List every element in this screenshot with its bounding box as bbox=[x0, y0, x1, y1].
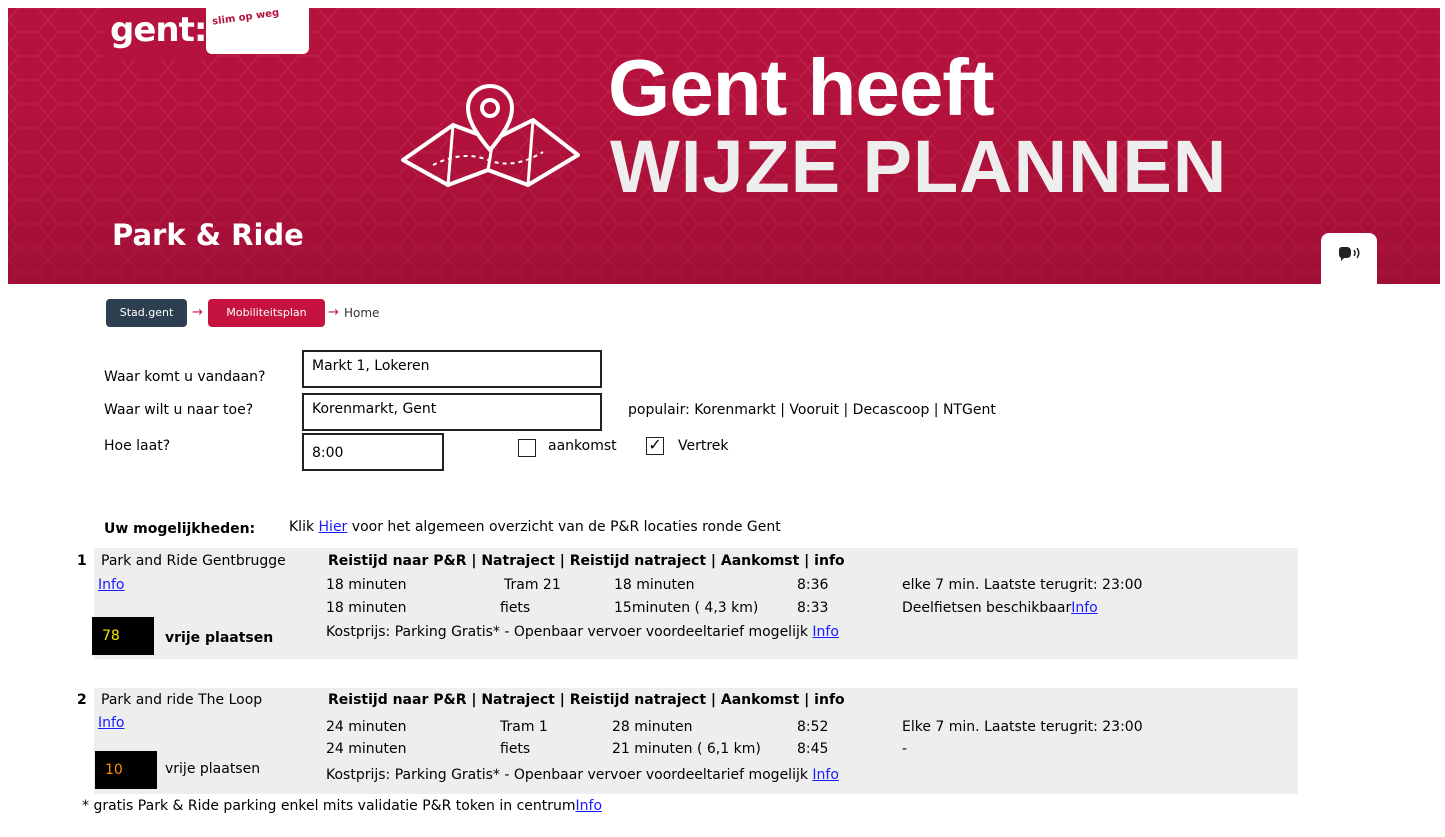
bike-share-text: Deelfietsen beschikbaar bbox=[902, 600, 1072, 616]
columns-header: Reistijd naar P&R | Natraject | Reistijd… bbox=[328, 692, 845, 708]
departure-label: Vertrek bbox=[678, 438, 729, 454]
free-spaces-label: vrije plaatsen bbox=[165, 761, 261, 777]
cost-text: Kostprijs: Parking Gratis* - Openbaar ve… bbox=[326, 767, 808, 783]
option-number: 1 bbox=[77, 553, 87, 569]
cell-info: Deelfietsen beschikbaarInfo bbox=[902, 600, 1098, 616]
free-spaces-counter: 78 bbox=[92, 617, 154, 655]
breadcrumb-separator: → bbox=[192, 305, 203, 320]
from-label: Waar komt u vandaan? bbox=[104, 369, 266, 385]
footnote: * gratis Park & Ride parking enkel mits … bbox=[82, 798, 602, 814]
banner-title-line1: Gent heeft bbox=[608, 43, 995, 132]
departure-checkbox[interactable]: ✓ bbox=[646, 437, 664, 455]
cost-info-link[interactable]: Info bbox=[812, 767, 839, 783]
cost-text: Kostprijs: Parking Gratis* - Openbaar ve… bbox=[326, 624, 808, 640]
page-subtitle: Park & Ride bbox=[112, 218, 304, 252]
cost-line: Kostprijs: Parking Gratis* - Openbaar ve… bbox=[326, 624, 839, 640]
arrival-checkbox[interactable] bbox=[518, 439, 536, 457]
map-pin-icon bbox=[401, 84, 580, 187]
cell-time: 18 minuten bbox=[326, 577, 407, 593]
cell-mode: Tram 21 bbox=[504, 577, 561, 593]
cell-info: Elke 7 min. Laatste terugrit: 23:00 bbox=[902, 719, 1143, 735]
cell-time: 24 minuten bbox=[326, 719, 407, 735]
from-input[interactable]: Markt 1, Lokeren bbox=[302, 350, 602, 388]
gent-logo[interactable]: gent: slim op weg bbox=[104, 8, 309, 68]
breadcrumb-home: Home bbox=[344, 306, 380, 320]
readspeaker-button[interactable] bbox=[1321, 233, 1377, 285]
logo-tagline-box: slim op weg bbox=[206, 8, 309, 54]
option-number: 2 bbox=[77, 692, 87, 708]
cell-mode: fiets bbox=[500, 600, 531, 616]
logo-tagline: slim op weg bbox=[211, 8, 280, 28]
footnote-text: * gratis Park & Ride parking enkel mits … bbox=[82, 798, 576, 814]
banner-title-line2: WIJZE PLANNEN bbox=[610, 125, 1228, 208]
intro-text-after: voor het algemeen overzicht van de P&R l… bbox=[351, 519, 781, 535]
intro-text-before: Klik bbox=[289, 519, 315, 535]
free-spaces-value: 10 bbox=[105, 762, 123, 778]
footnote-info-link[interactable]: Info bbox=[576, 798, 603, 814]
cell-arrival: 8:36 bbox=[797, 577, 829, 593]
bike-share-info-link[interactable]: Info bbox=[1071, 600, 1098, 616]
option-info-link[interactable]: Info bbox=[98, 715, 125, 731]
to-input[interactable]: Korenmarkt, Gent bbox=[302, 393, 602, 431]
breadcrumb-stad-gent[interactable]: Stad.gent bbox=[106, 299, 187, 327]
results-heading: Uw mogelijkheden: bbox=[104, 521, 256, 537]
to-label: Waar wilt u naar toe? bbox=[104, 402, 254, 418]
option-info-link[interactable]: Info bbox=[98, 577, 125, 593]
option-name: Park and Ride Gentbrugge bbox=[101, 553, 286, 569]
time-label: Hoe laat? bbox=[104, 438, 171, 454]
logo-main: gent: bbox=[104, 8, 210, 60]
cell-info: elke 7 min. Laatste terugrit: 23:00 bbox=[902, 577, 1143, 593]
speaker-icon bbox=[1337, 247, 1361, 266]
time-input[interactable]: 8:00 bbox=[302, 433, 444, 471]
cell-info: - bbox=[902, 741, 908, 757]
free-spaces-counter: 10 bbox=[95, 751, 157, 789]
arrival-label: aankomst bbox=[548, 438, 617, 454]
breadcrumb-mobiliteitsplan[interactable]: Mobiliteitsplan bbox=[208, 299, 325, 327]
cell-arrival: 8:33 bbox=[797, 600, 829, 616]
cell-duration: 18 minuten bbox=[614, 577, 695, 593]
cost-line: Kostprijs: Parking Gratis* - Openbaar ve… bbox=[326, 767, 839, 783]
cell-time: 18 minuten bbox=[326, 600, 407, 616]
overview-link[interactable]: Hier bbox=[319, 519, 348, 535]
cell-duration: 15minuten ( 4,3 km) bbox=[614, 600, 759, 616]
popular-destinations[interactable]: populair: Korenmarkt | Vooruit | Decasco… bbox=[628, 402, 996, 418]
results-intro: Klik Hier voor het algemeen overzicht va… bbox=[289, 519, 781, 535]
cell-time: 24 minuten bbox=[326, 741, 407, 757]
cell-mode: Tram 1 bbox=[500, 719, 548, 735]
free-spaces-label: vrije plaatsen bbox=[165, 630, 274, 646]
header-banner: gent: slim op weg Gent heeft WIJZE PLANN… bbox=[8, 8, 1440, 284]
cell-duration: 28 minuten bbox=[612, 719, 693, 735]
columns-header: Reistijd naar P&R | Natraject | Reistijd… bbox=[328, 553, 845, 569]
free-spaces-value: 78 bbox=[102, 628, 120, 644]
cost-info-link[interactable]: Info bbox=[812, 624, 839, 640]
cell-arrival: 8:45 bbox=[797, 741, 829, 757]
cell-arrival: 8:52 bbox=[797, 719, 829, 735]
cell-duration: 21 minuten ( 6,1 km) bbox=[612, 741, 761, 757]
option-name: Park and ride The Loop bbox=[101, 692, 263, 708]
breadcrumb-separator: → bbox=[328, 305, 339, 320]
cell-mode: fiets bbox=[500, 741, 531, 757]
